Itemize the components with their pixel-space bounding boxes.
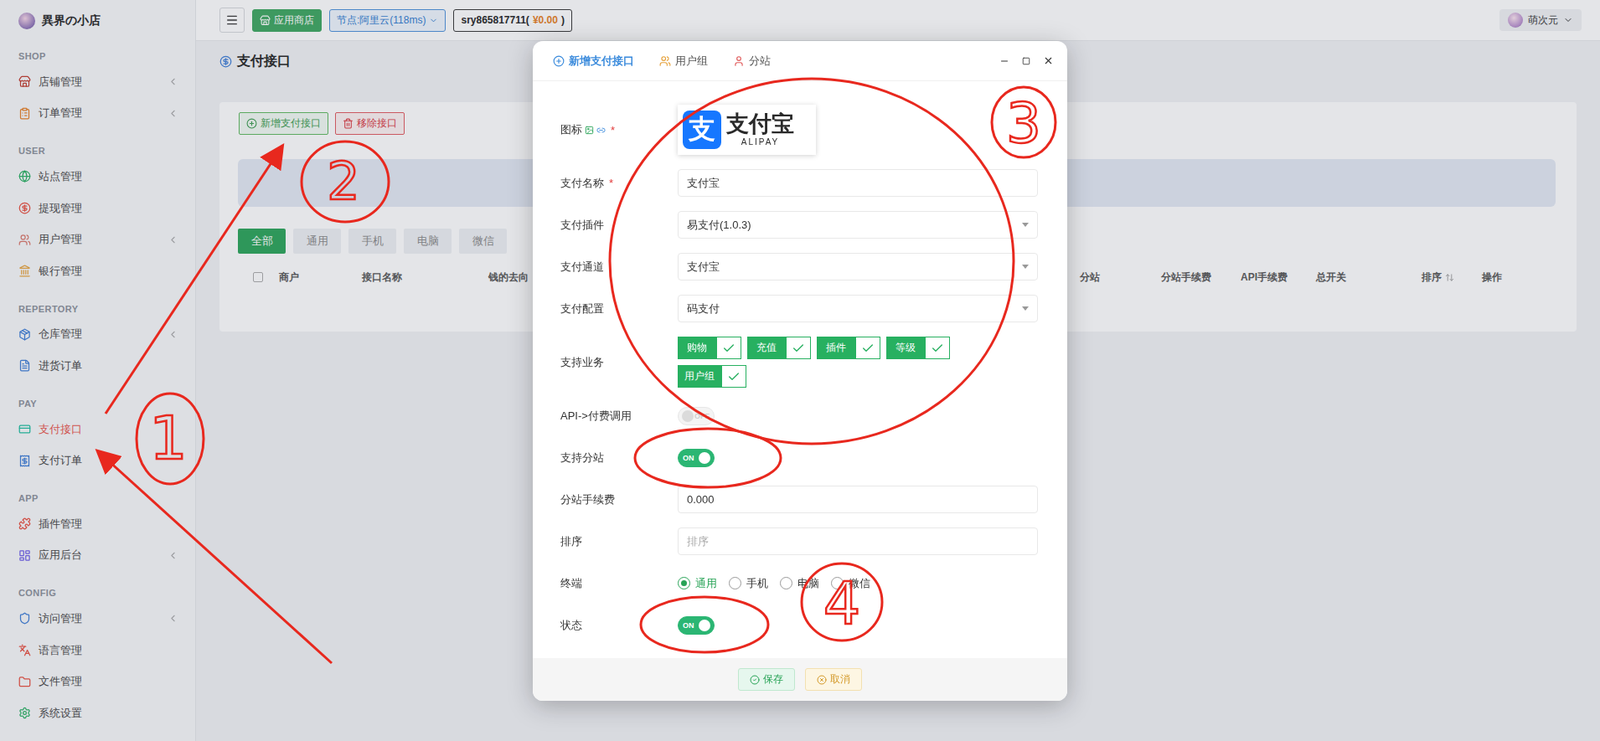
annotation-circle — [136, 393, 204, 485]
annotation-number: 1 — [149, 402, 188, 474]
minimize-icon — [999, 56, 1010, 67]
x-circle-icon — [816, 675, 827, 686]
form-row: API->付费调用OFF — [560, 402, 1038, 430]
form-label: 分站手续费 — [560, 492, 678, 508]
check-icon — [930, 341, 945, 356]
link-icon[interactable] — [596, 125, 606, 135]
cancel-button[interactable]: 取消 — [805, 668, 862, 692]
close-button[interactable] — [1042, 55, 1054, 68]
check-icon — [861, 341, 875, 356]
arrow — [105, 147, 282, 414]
form-row: 支付通道支付宝 — [560, 252, 1038, 281]
arrow — [98, 452, 332, 664]
checkbox-option[interactable]: 插件 — [816, 336, 881, 360]
form-row: 分站手续费0.000 — [560, 485, 1038, 514]
annotation-number: 2 — [326, 150, 360, 212]
checkbox-option[interactable]: 等级 — [886, 336, 950, 360]
form-label: 支付配置 — [560, 301, 678, 317]
save-button[interactable]: 保存 — [738, 668, 795, 692]
maximize-button[interactable] — [1020, 55, 1033, 68]
tab-icon — [732, 55, 745, 68]
check-icon — [722, 341, 736, 356]
annotation-circle — [634, 428, 781, 488]
toggle-switch: OFF — [677, 407, 715, 426]
form-row: 支持分站ON — [560, 443, 1038, 472]
form-row: 图标*支支付宝ALIPAY — [560, 104, 1038, 155]
modal-header: 新增支付接口 用户组 分站 — [532, 41, 1068, 82]
form-label: 支持分站 — [560, 450, 678, 466]
form-row: 支持业务购物充值插件等级用户组 — [560, 336, 1038, 388]
check-circle-icon — [749, 675, 760, 686]
form-label: 图标* — [560, 122, 678, 138]
form-label: 支付插件 — [560, 217, 678, 233]
annotation-number: 3 — [1006, 91, 1042, 156]
toggle-switch[interactable]: ON — [677, 449, 715, 468]
radio-option[interactable]: 通用 — [677, 576, 718, 592]
caret-icon — [1021, 222, 1029, 228]
checkbox-option[interactable]: 购物 — [677, 336, 742, 360]
radio-option[interactable]: 手机 — [728, 576, 769, 592]
modal-tab[interactable]: 新增支付接口 — [552, 53, 635, 69]
form-label: 支付通道 — [560, 259, 678, 275]
check-icon — [727, 370, 741, 384]
modal: 新增支付接口用户组分站图标*支支付宝ALIPAY支付名称*支付宝支付插件易支付(… — [532, 41, 1068, 702]
caret-icon — [1021, 306, 1029, 311]
annotation-circle — [991, 87, 1056, 158]
form-row: 终端通用手机电脑微信 — [560, 569, 1038, 598]
select-input[interactable]: 易支付(1.0.3) — [677, 211, 1038, 239]
form-label: 支付名称* — [560, 175, 678, 191]
modal-footer: 保存取消 — [532, 658, 1068, 702]
form-label: 支持业务 — [560, 355, 678, 371]
maximize-icon — [1021, 56, 1031, 66]
radio-option[interactable]: 电脑 — [779, 576, 820, 592]
checkbox-option[interactable]: 用户组 — [677, 365, 747, 388]
form-label: API->付费调用 — [560, 408, 678, 424]
text-input[interactable]: 0.000 — [677, 485, 1038, 514]
annotation-circle — [301, 141, 389, 222]
text-input[interactable]: 排序 — [677, 527, 1038, 556]
annotation-number: 4 — [823, 569, 862, 639]
modal-tab[interactable]: 分站 — [732, 53, 771, 69]
check-icon — [791, 341, 806, 356]
form-row: 支付插件易支付(1.0.3) — [560, 211, 1038, 239]
checkbox-option[interactable]: 充值 — [747, 336, 811, 360]
form-row: 支付配置码支付 — [560, 294, 1038, 323]
annotation-circle — [801, 563, 883, 641]
annotation-circle — [640, 597, 769, 653]
text-input[interactable]: 支付宝 — [677, 169, 1038, 197]
form-row: 支付名称*支付宝 — [560, 169, 1038, 197]
form-label: 排序 — [560, 534, 678, 550]
minimize-button[interactable] — [998, 55, 1011, 68]
modal-body: 图标*支支付宝ALIPAY支付名称*支付宝支付插件易支付(1.0.3)支付通道支… — [532, 81, 1068, 659]
modal-tab[interactable]: 用户组 — [659, 53, 708, 69]
annotation-circle — [609, 78, 1014, 444]
radio-group: 通用手机电脑微信 — [677, 576, 1038, 592]
caret-icon — [1021, 264, 1029, 269]
form-label: 状态 — [560, 618, 678, 634]
tab-icon — [659, 55, 671, 68]
alipay-logo: 支支付宝ALIPAY — [677, 104, 816, 155]
form-row: 状态ON — [560, 611, 1038, 640]
radio-option[interactable]: 微信 — [830, 576, 871, 592]
image-icon[interactable] — [584, 125, 594, 135]
select-input[interactable]: 码支付 — [677, 294, 1038, 323]
form-row: 排序排序 — [560, 527, 1038, 556]
select-input[interactable]: 支付宝 — [677, 252, 1038, 281]
close-icon — [1042, 55, 1054, 67]
form-label: 终端 — [560, 576, 678, 592]
toggle-switch[interactable]: ON — [677, 616, 715, 635]
checkbox-group: 购物充值插件等级用户组 — [677, 336, 963, 388]
tab-icon — [552, 55, 565, 68]
